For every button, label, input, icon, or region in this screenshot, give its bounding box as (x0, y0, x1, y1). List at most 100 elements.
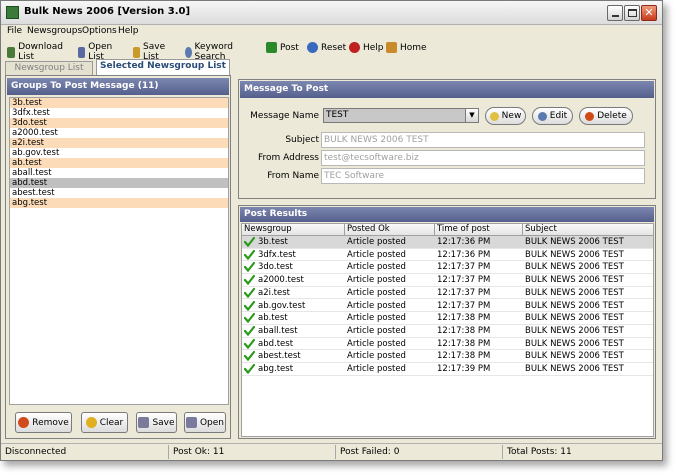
menu-newsgroups[interactable]: Newsgroups (27, 26, 82, 36)
list-item[interactable]: 3dfx.test (10, 108, 228, 118)
reset-button[interactable]: Reset (307, 42, 346, 53)
list-item[interactable]: a2000.test (10, 128, 228, 138)
table-cell: BULK NEWS 2006 TEST (525, 275, 624, 286)
clear-icon (85, 417, 97, 428)
table-cell: Article posted (347, 237, 406, 247)
clear-button[interactable]: Clear (81, 412, 128, 433)
groups-panel: Groups To Post Message (11) 3b.test 3dfx.… (5, 75, 231, 439)
table-cell: Article posted (347, 249, 406, 260)
table-cell: BULK NEWS 2006 TEST (525, 364, 624, 374)
status-post-ok: Post Ok: 11 (169, 445, 336, 459)
check-icon (244, 313, 255, 324)
table-cell: Article posted (347, 364, 406, 374)
list-item[interactable]: ab.gov.test (10, 148, 228, 158)
col-subject[interactable]: Subject (523, 224, 653, 236)
list-item[interactable]: 3b.test (10, 98, 228, 108)
table-row[interactable]: 3b.test Article posted 12:17:36 PM BULK NEW… (242, 236, 653, 249)
edit-button[interactable]: Edit (532, 107, 573, 125)
message-name-label: Message Name (250, 111, 319, 121)
table-row[interactable]: a2000.test Article posted 12:17:37 PM BULK … (242, 274, 653, 287)
help-icon (349, 42, 360, 53)
list-item[interactable]: a2i.test (10, 138, 228, 148)
menu-file[interactable]: File (7, 26, 22, 36)
col-newsgroup[interactable]: Newsgroup (242, 224, 345, 236)
table-cell: 12:17:38 PM (437, 313, 491, 324)
remove-button[interactable]: Remove (15, 412, 72, 433)
window-title: Bulk News 2006 [Version 3.0] (24, 6, 191, 17)
results-table[interactable]: Newsgroup Posted Ok Time of post Subject… (241, 223, 654, 437)
from-address-field[interactable]: test@tecsoftware.biz (321, 150, 645, 166)
table-cell: Article posted (347, 351, 406, 362)
save-icon (138, 417, 150, 428)
from-name-field[interactable]: TEC Software (321, 168, 645, 184)
new-button[interactable]: New (485, 107, 526, 125)
table-cell: BULK NEWS 2006 TEST (525, 262, 624, 273)
table-cell: a2i.test (258, 287, 291, 298)
table-cell: 3dfx.test (258, 249, 296, 260)
home-icon (386, 42, 397, 53)
list-item[interactable]: aball.test (10, 168, 228, 178)
menu-help[interactable]: Help (118, 26, 139, 36)
minimize-button[interactable] (607, 5, 623, 21)
table-row[interactable]: 3do.test Article posted 12:17:37 PM BULK NE… (242, 261, 653, 275)
table-row[interactable]: abg.test Article posted 12:17:39 PM BULK NE… (242, 363, 653, 376)
close-icon: ✕ (644, 6, 654, 19)
message-panel-header: Message To Post (240, 81, 654, 98)
check-icon (244, 338, 255, 349)
groups-panel-header: Groups To Post Message (11) (7, 78, 229, 95)
table-cell: 3do.test (258, 262, 293, 273)
delete-button[interactable]: Delete (579, 107, 633, 125)
check-icon (244, 364, 255, 374)
table-cell: 12:17:37 PM (437, 262, 491, 273)
groups-list[interactable]: 3b.test 3dfx.test 3do.test a2000.test a2i.te… (9, 97, 229, 405)
table-cell: 12:17:38 PM (437, 351, 491, 362)
list-item[interactable]: 3do.test (10, 118, 228, 128)
table-cell: Article posted (347, 313, 406, 324)
maximize-button[interactable] (624, 5, 640, 21)
table-cell: aball.test (258, 325, 298, 336)
chevron-down-icon[interactable]: ▼ (465, 109, 478, 122)
table-row[interactable]: abd.test Article posted 12:17:38 PM BULK NE… (242, 338, 653, 351)
post-button[interactable]: Post (266, 42, 299, 53)
list-item[interactable]: abest.test (10, 188, 228, 198)
table-row[interactable]: abest.test Article posted 12:17:38 PM BULK … (242, 350, 653, 363)
col-time-of-post[interactable]: Time of post (435, 224, 523, 236)
check-icon (244, 287, 255, 298)
download-icon (7, 46, 16, 58)
col-posted-ok[interactable]: Posted Ok (345, 224, 435, 236)
message-name-select[interactable]: TEST ▼ (323, 108, 479, 123)
status-total-posts: Total Posts: 11 (507, 447, 572, 457)
table-cell: 12:17:39 PM (437, 364, 491, 374)
download-list-button[interactable]: Download List (7, 42, 66, 62)
list-item[interactable]: ab.test (10, 158, 228, 168)
table-row[interactable]: ab.gov.test Article posted 12:17:37 PM BULK… (242, 300, 653, 313)
help-button[interactable]: Help (349, 42, 384, 53)
table-cell: 3b.test (258, 237, 288, 247)
table-row[interactable]: aball.test Article posted 12:17:38 PM BULK … (242, 325, 653, 338)
table-cell: 12:17:38 PM (437, 325, 491, 336)
home-button[interactable]: Home (386, 42, 427, 53)
open-groups-button[interactable]: Open (184, 412, 226, 433)
table-cell: Article posted (347, 275, 406, 286)
save-groups-button[interactable]: Save (136, 412, 177, 433)
status-connection: Disconnected (1, 445, 169, 459)
title-bar[interactable]: Bulk News 2006 [Version 3.0] ✕ (1, 1, 662, 25)
table-cell: a2000.test (258, 275, 304, 286)
status-bar: Disconnected Post Ok: 11 Post Failed: 0 … (1, 443, 662, 460)
menu-options[interactable]: Options (82, 26, 117, 36)
close-button[interactable]: ✕ (641, 5, 657, 21)
check-icon (244, 300, 255, 311)
table-row[interactable]: ab.test Article posted 12:17:38 PM BULK NEW… (242, 312, 653, 325)
table-cell: abg.test (258, 364, 294, 374)
table-cell: Article posted (347, 338, 406, 349)
tab-newsgroup-list[interactable]: Newsgroup List (5, 61, 93, 75)
table-row[interactable]: 3dfx.test Article posted 12:17:36 PM BULK N… (242, 249, 653, 262)
list-item[interactable]: abg.test (10, 198, 228, 208)
table-cell: ab.test (258, 313, 288, 324)
open-folder-icon (185, 417, 197, 428)
subject-field[interactable]: BULK NEWS 2006 TEST (321, 132, 645, 148)
list-item[interactable]: abd.test (10, 178, 228, 188)
app-icon (6, 6, 19, 19)
tab-selected-newsgroup-list[interactable]: Selected Newsgroup List (96, 59, 230, 75)
table-row[interactable]: a2i.test Article posted 12:17:37 PM BULK NE… (242, 287, 653, 300)
